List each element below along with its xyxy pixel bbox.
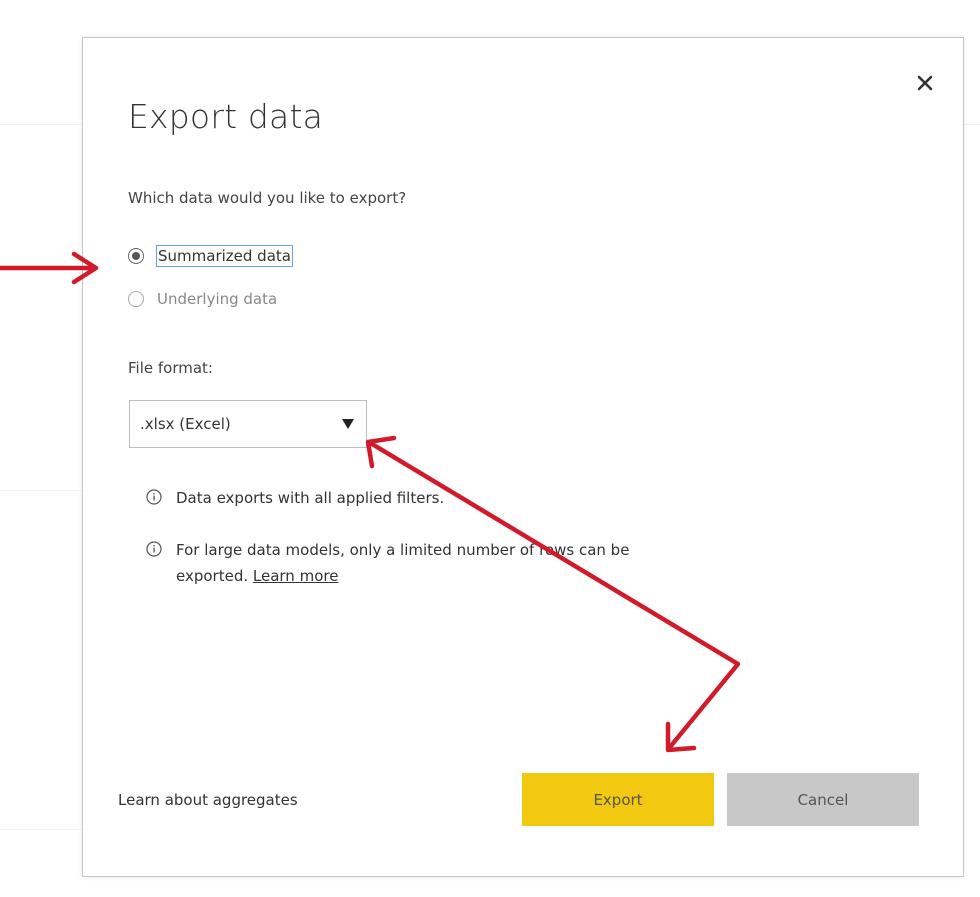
info-filters-text: Data exports with all applied filters. bbox=[176, 489, 445, 507]
export-data-dialog: Export data Which data would you like to… bbox=[82, 37, 964, 877]
info-limit-text: For large data models, only a limited nu… bbox=[176, 537, 629, 589]
file-format-select[interactable]: .xlsx (Excel) bbox=[129, 400, 367, 448]
file-format-value: .xlsx (Excel) bbox=[140, 415, 231, 433]
radio-label-summarized: Summarized data bbox=[156, 245, 293, 267]
radio-label-underlying: Underlying data bbox=[157, 290, 278, 308]
close-icon bbox=[917, 75, 933, 91]
background-divider bbox=[0, 490, 82, 491]
file-format-label: File format: bbox=[128, 359, 213, 377]
info-filters: Data exports with all applied filters. bbox=[146, 485, 444, 511]
dialog-title: Export data bbox=[128, 97, 324, 136]
info-icon bbox=[146, 541, 162, 557]
info-limit-line1: For large data models, only a limited nu… bbox=[176, 541, 630, 559]
radio-unselected-icon[interactable] bbox=[128, 291, 144, 307]
info-row-limit: For large data models, only a limited nu… bbox=[146, 537, 629, 589]
learn-more-link[interactable]: Learn more bbox=[253, 567, 339, 585]
info-limit-line2: exported. bbox=[176, 567, 249, 585]
close-button[interactable] bbox=[910, 68, 940, 98]
radio-underlying-data[interactable]: Underlying data bbox=[128, 290, 277, 308]
background-divider bbox=[0, 124, 82, 125]
caret-down-icon bbox=[342, 419, 354, 429]
cancel-button[interactable]: Cancel bbox=[727, 773, 919, 826]
export-button[interactable]: Export bbox=[522, 773, 714, 826]
radio-selected-icon[interactable] bbox=[128, 248, 144, 264]
export-question: Which data would you like to export? bbox=[128, 189, 407, 207]
radio-summarized-data[interactable]: Summarized data bbox=[128, 245, 293, 267]
background-divider bbox=[0, 829, 82, 830]
info-icon bbox=[146, 489, 162, 505]
background-divider bbox=[964, 124, 980, 125]
learn-about-aggregates-link[interactable]: Learn about aggregates bbox=[118, 791, 298, 809]
